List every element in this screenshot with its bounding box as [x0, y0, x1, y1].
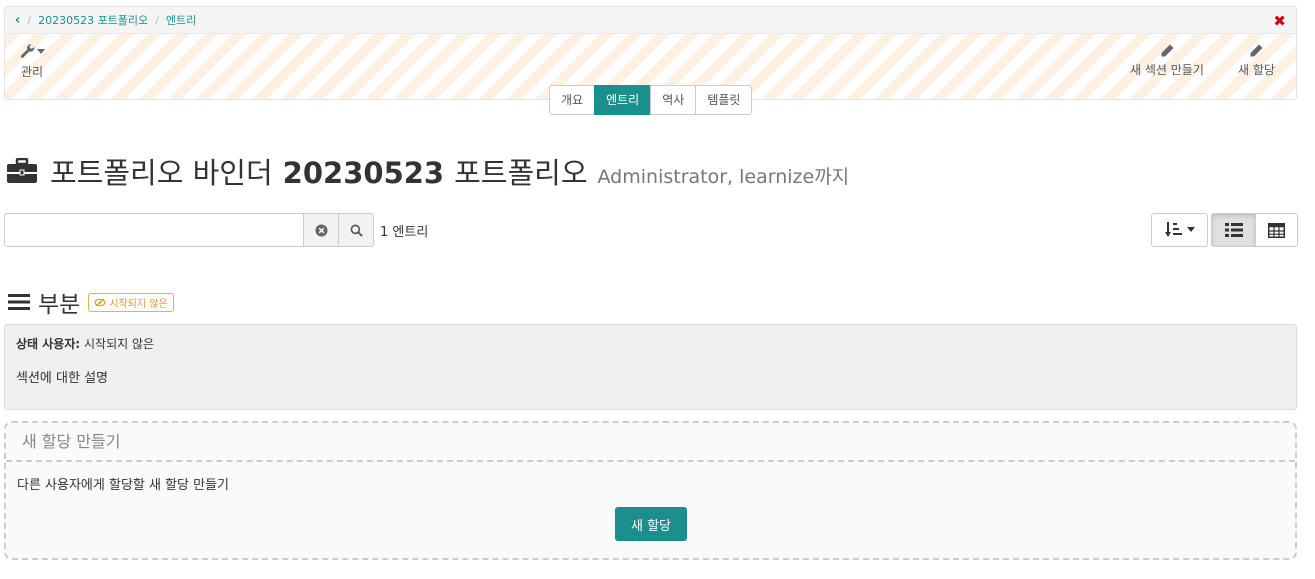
- status-line: 상태 사용자: 시작되지 않은: [16, 335, 154, 352]
- new-assignment-description: 다른 사용자에게 할당할 새 할당 만들기: [17, 478, 230, 493]
- briefcase-icon: [7, 158, 37, 183]
- status-badge: 시작되지 않은: [88, 292, 174, 312]
- new-assignment-button[interactable]: 새 할당: [615, 507, 687, 541]
- search-icon: [350, 224, 363, 237]
- hamburger-icon: [8, 294, 30, 310]
- section-info-panel: 상태 사용자: 시작되지 않은 섹션에 대한 설명: [4, 324, 1297, 410]
- new-assignment-header: 새 할당 만들기: [6, 423, 1295, 462]
- view-tabs: 개요 엔트리 역사 템플릿: [549, 85, 753, 115]
- pencil-icon: [1250, 44, 1263, 57]
- page-title: 포트폴리오 바인더 20230523 포트폴리오 Administrator, …: [6, 150, 849, 192]
- tab-overview[interactable]: 개요: [549, 85, 596, 115]
- table-view-button[interactable]: [1255, 213, 1298, 247]
- back-chevron-icon[interactable]: ‹: [15, 13, 20, 28]
- clear-search-button[interactable]: [303, 213, 339, 247]
- status-label: 상태 사용자:: [16, 337, 81, 351]
- tab-entries[interactable]: 엔트리: [594, 85, 652, 115]
- list-icon: [1224, 223, 1243, 237]
- eye-slash-icon: [94, 298, 106, 306]
- section-description: 섹션에 대한 설명: [16, 371, 108, 386]
- section-header: 부분 시작되지 않은: [8, 285, 174, 319]
- sort-dropdown-button[interactable]: [1151, 213, 1208, 247]
- caret-down-icon: [37, 49, 45, 54]
- tab-templates[interactable]: 템플릿: [695, 85, 753, 115]
- new-section-label: 새 섹션 만들기: [1130, 63, 1204, 77]
- title-name: 20230523: [282, 156, 445, 190]
- pencil-icon: [1161, 44, 1174, 57]
- breadcrumb-portfolio-link[interactable]: 20230523 포트폴리오: [38, 12, 148, 28]
- caret-down-icon: [1187, 227, 1195, 232]
- new-assignment-toolbar-button[interactable]: 새 할당: [1238, 43, 1275, 78]
- wrench-icon: [20, 44, 35, 58]
- new-assignment-label: 새 할당: [1238, 63, 1275, 77]
- manage-dropdown-button[interactable]: 관리: [19, 43, 45, 80]
- close-icon[interactable]: ✖: [1273, 12, 1286, 30]
- title-owner: Administrator, learnize까지: [597, 166, 850, 188]
- new-section-button[interactable]: 새 섹션 만들기: [1130, 43, 1204, 78]
- entry-count: 1 엔트리: [380, 225, 429, 240]
- breadcrumb-entries-link[interactable]: 엔트리: [166, 12, 196, 28]
- title-suffix: 포트폴리오: [454, 156, 588, 190]
- breadcrumb: ‹ / 20230523 포트폴리오 / 엔트리 ✖: [5, 7, 1296, 34]
- section-title: 부분: [38, 292, 81, 318]
- tab-history[interactable]: 역사: [650, 85, 697, 115]
- table-icon: [1268, 222, 1285, 238]
- status-badge-label: 시작되지 않은: [109, 298, 168, 310]
- sort-amount-icon: [1165, 222, 1182, 237]
- title-prefix: 포트폴리오 바인더: [50, 156, 273, 190]
- search-input[interactable]: [4, 213, 304, 247]
- search-button[interactable]: [338, 213, 374, 247]
- clear-icon: [314, 223, 328, 237]
- new-assignment-panel: 새 할당 만들기 다른 사용자에게 할당할 새 할당 만들기 새 할당: [4, 421, 1297, 560]
- manage-label: 관리: [20, 65, 44, 79]
- status-value: 시작되지 않은: [84, 337, 155, 351]
- list-view-button[interactable]: [1211, 213, 1256, 247]
